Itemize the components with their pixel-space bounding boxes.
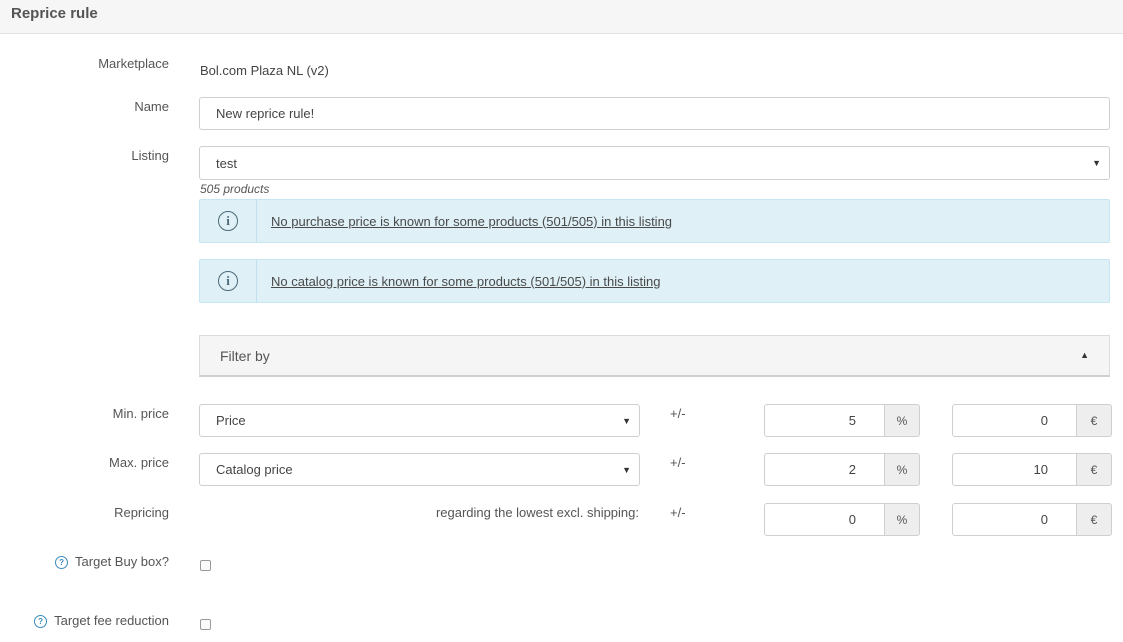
alert-purchase-price-link[interactable]: No purchase price is known for some prod… <box>271 200 672 242</box>
alert-purchase-price: i No purchase price is known for some pr… <box>199 199 1110 243</box>
max-price-select[interactable]: Catalog price ▼ <box>199 453 640 486</box>
name-label: Name <box>134 99 169 114</box>
percent-addon: % <box>885 453 920 486</box>
repricing-regarding-text: regarding the lowest excl. shipping: <box>435 505 639 520</box>
target-fee-reduction-label: ? Target fee reduction <box>34 613 169 628</box>
marketplace-label: Marketplace <box>98 56 169 71</box>
listing-select[interactable]: test ▼ <box>199 146 1110 180</box>
max-price-plusminus: +/- <box>670 455 686 470</box>
listing-product-count: 505 products <box>200 182 270 196</box>
repricing-percent-value: 0 <box>848 512 856 527</box>
target-buy-box-text: Target Buy box? <box>75 554 169 569</box>
page-title: Reprice rule <box>11 5 98 22</box>
alert-catalog-price-link[interactable]: No catalog price is known for some produ… <box>271 260 660 302</box>
repricing-amount-input[interactable]: 0 <box>952 503 1077 536</box>
min-price-plusminus: +/- <box>670 406 686 421</box>
euro-addon: € <box>1077 503 1112 536</box>
target-fee-reduction-text: Target fee reduction <box>54 613 169 628</box>
percent-addon: % <box>885 503 920 536</box>
min-price-percent-input[interactable]: 5 <box>764 404 885 437</box>
panel-header: Reprice rule <box>0 0 1123 34</box>
marketplace-value: Bol.com Plaza NL (v2) <box>200 63 329 78</box>
target-buy-box-checkbox[interactable] <box>200 560 211 571</box>
repricing-label: Repricing <box>114 505 169 520</box>
alert-catalog-price: i No catalog price is known for some pro… <box>199 259 1110 303</box>
name-input-value: New reprice rule! <box>216 106 315 121</box>
listing-label: Listing <box>131 148 169 163</box>
dropdown-arrow-icon: ▼ <box>1092 158 1101 168</box>
target-fee-reduction-checkbox[interactable] <box>200 619 211 630</box>
repricing-amount-value: 0 <box>1040 512 1048 527</box>
listing-select-value: test <box>216 155 237 171</box>
min-price-select-value: Price <box>216 413 246 428</box>
min-price-amount-value: 0 <box>1040 413 1048 428</box>
caret-up-icon[interactable]: ▲ <box>1080 350 1089 360</box>
min-price-label: Min. price <box>112 406 169 421</box>
info-icon: i <box>218 211 238 231</box>
dropdown-arrow-icon: ▼ <box>622 464 631 475</box>
target-buy-box-label: ? Target Buy box? <box>55 554 169 569</box>
max-price-select-value: Catalog price <box>216 462 293 477</box>
min-price-amount-input[interactable]: 0 <box>952 404 1077 437</box>
min-price-select[interactable]: Price ▼ <box>199 404 640 437</box>
repricing-percent-input[interactable]: 0 <box>764 503 885 536</box>
euro-addon: € <box>1077 453 1112 486</box>
max-price-amount-value: 10 <box>1033 462 1048 477</box>
filter-by-panel[interactable]: Filter by ▲ <box>199 335 1110 377</box>
help-icon[interactable]: ? <box>55 556 69 569</box>
repricing-plusminus: +/- <box>670 505 686 520</box>
info-icon: i <box>218 271 238 291</box>
max-price-percent-input[interactable]: 2 <box>764 453 885 486</box>
percent-addon: % <box>885 404 920 437</box>
max-price-percent-value: 2 <box>848 462 856 477</box>
max-price-label: Max. price <box>109 455 169 470</box>
euro-addon: € <box>1077 404 1112 437</box>
filter-by-title: Filter by <box>220 348 270 364</box>
help-icon[interactable]: ? <box>34 615 48 628</box>
name-input[interactable]: New reprice rule! <box>199 97 1110 130</box>
min-price-percent-value: 5 <box>848 413 856 428</box>
dropdown-arrow-icon: ▼ <box>622 415 631 426</box>
max-price-amount-input[interactable]: 10 <box>952 453 1077 486</box>
